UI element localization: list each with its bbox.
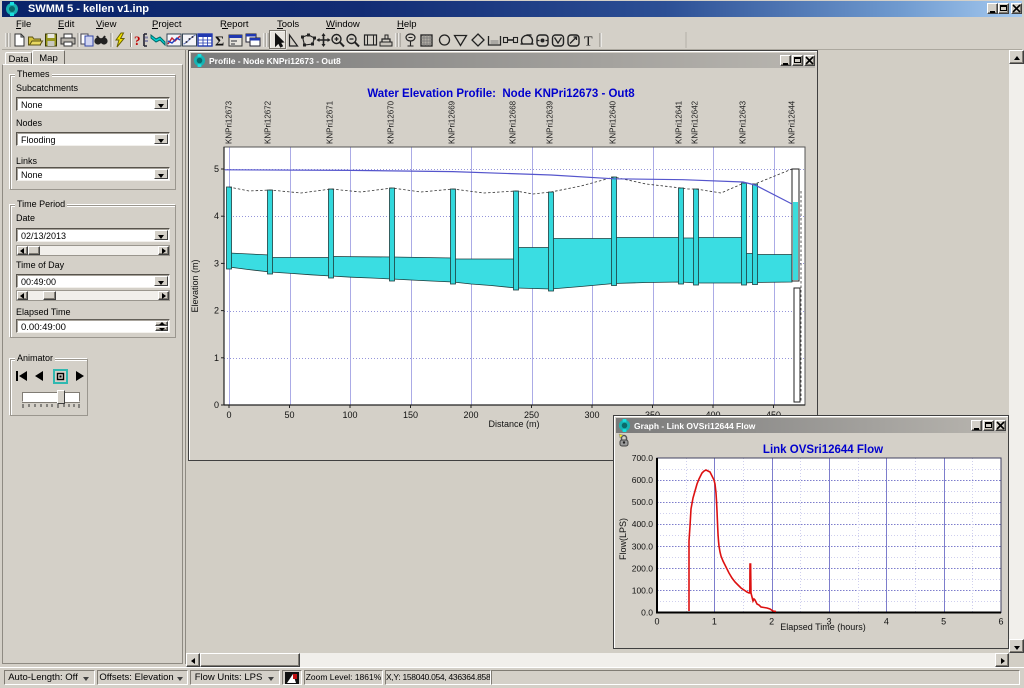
- svg-text:2: 2: [769, 617, 774, 627]
- svg-text:KNPri12673: KNPri12673: [225, 100, 234, 144]
- svg-text:300: 300: [584, 410, 599, 420]
- svg-text:100: 100: [342, 410, 357, 420]
- svg-text:KNPri12670: KNPri12670: [387, 100, 396, 144]
- svg-text:0: 0: [226, 410, 231, 420]
- svg-text:0: 0: [214, 400, 219, 410]
- svg-text:KNPri12672: KNPri12672: [264, 100, 273, 144]
- svg-text:KNPri12640: KNPri12640: [609, 100, 618, 144]
- svg-text:0: 0: [654, 617, 659, 627]
- svg-text:300.0: 300.0: [632, 541, 654, 551]
- svg-text:KNPri12641: KNPri12641: [675, 100, 684, 144]
- svg-text:T: T: [584, 35, 593, 50]
- svg-text:0.0: 0.0: [641, 608, 653, 618]
- svg-text:1: 1: [214, 353, 219, 363]
- svg-text:1: 1: [712, 617, 717, 627]
- svg-text:KNPri12669: KNPri12669: [448, 100, 457, 144]
- svg-text:KNPri12644: KNPri12644: [788, 100, 797, 144]
- svg-text:Link OVSri12644 Flow: Link OVSri12644 Flow: [763, 444, 883, 456]
- svg-text:4: 4: [884, 617, 889, 627]
- svg-text:KNPri12643: KNPri12643: [739, 100, 748, 144]
- svg-text:KNPri12642: KNPri12642: [691, 100, 700, 144]
- svg-text:600.0: 600.0: [632, 475, 654, 485]
- svg-text:6: 6: [998, 617, 1003, 627]
- svg-text:500.0: 500.0: [632, 497, 654, 507]
- svg-text:KNPri12639: KNPri12639: [546, 100, 555, 144]
- svg-text:Distance (m): Distance (m): [488, 419, 539, 429]
- svg-text:5: 5: [941, 617, 946, 627]
- svg-text:4: 4: [214, 211, 219, 221]
- svg-text:50: 50: [284, 410, 294, 420]
- svg-text:5: 5: [214, 164, 219, 174]
- svg-text:100.0: 100.0: [632, 585, 654, 595]
- svg-text:KNPri12668: KNPri12668: [509, 100, 518, 144]
- svg-text:200: 200: [463, 410, 478, 420]
- svg-text:2: 2: [214, 306, 219, 316]
- svg-text:Elevation (m): Elevation (m): [191, 259, 200, 312]
- svg-text:Water Elevation Profile: Node: Water Elevation Profile: Node KNPri12673…: [367, 88, 635, 100]
- svg-text:400.0: 400.0: [632, 519, 654, 529]
- svg-text:200.0: 200.0: [632, 563, 654, 573]
- svg-text:Flow(LPS): Flow(LPS): [618, 518, 628, 560]
- svg-text:Elapsed Time (hours): Elapsed Time (hours): [780, 622, 866, 632]
- svg-text:700.0: 700.0: [632, 453, 654, 463]
- svg-text:Σ: Σ: [215, 35, 224, 50]
- svg-text:KNPri12671: KNPri12671: [326, 100, 335, 144]
- svg-text:150: 150: [403, 410, 418, 420]
- svg-text:?: ?: [134, 33, 141, 48]
- svg-text:3: 3: [214, 258, 219, 268]
